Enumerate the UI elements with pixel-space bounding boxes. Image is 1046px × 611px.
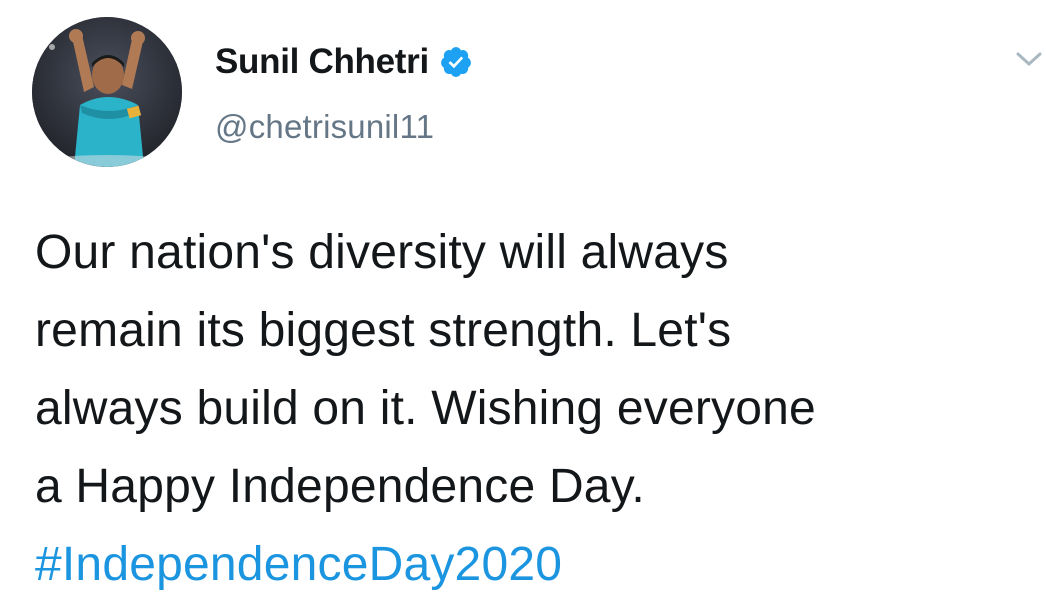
author-handle[interactable]: @chetrisunil11	[215, 108, 434, 146]
verified-badge-icon	[439, 45, 473, 79]
author-name-row[interactable]: Sunil Chhetri	[215, 40, 473, 84]
tweet-card: Sunil Chhetri @chetrisunil11 Our nation'…	[0, 0, 1046, 611]
tweet-text: Our nation's diversity will always remai…	[35, 214, 1035, 604]
avatar[interactable]	[32, 17, 182, 167]
author-display-name[interactable]: Sunil Chhetri	[215, 42, 429, 82]
profile-photo-icon	[32, 17, 182, 167]
tweet-text-line: always build on it. Wishing everyone	[35, 382, 816, 435]
tweet-text-line: remain its biggest strength. Let's	[35, 304, 732, 357]
tweet-text-line: Our nation's diversity will always	[35, 226, 729, 279]
chevron-down-icon[interactable]	[1012, 46, 1046, 72]
tweet-text-line: a Happy Independence Day.	[35, 460, 645, 513]
hashtag-link[interactable]: #IndependenceDay2020	[35, 538, 562, 591]
